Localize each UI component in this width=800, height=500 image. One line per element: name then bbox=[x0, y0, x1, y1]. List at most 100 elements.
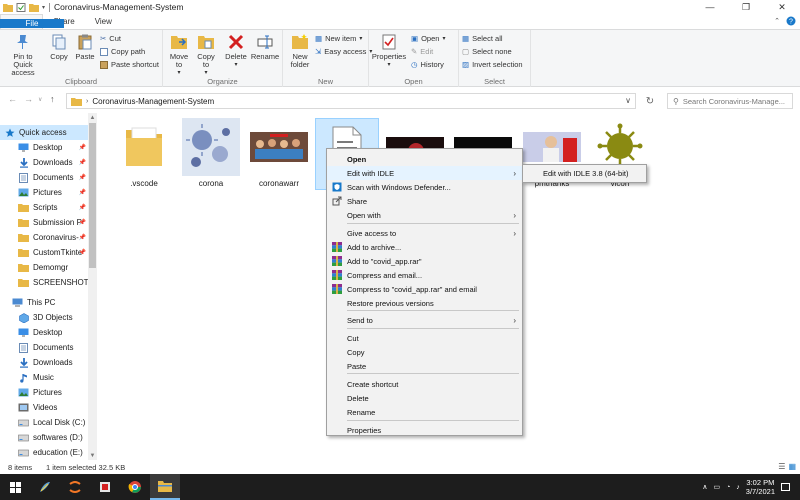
close-button[interactable]: ✕ bbox=[764, 0, 800, 14]
file-item-vscode[interactable]: .vscode bbox=[112, 118, 176, 188]
history-button[interactable]: ◷ History bbox=[411, 60, 444, 69]
sidebar-item-quick-access[interactable]: Quick access bbox=[0, 125, 88, 140]
sidebar-item-pictures[interactable]: Pictures 📌 bbox=[0, 185, 88, 200]
network-icon[interactable]: ◔ bbox=[726, 484, 730, 491]
volume-icon[interactable]: ♪ bbox=[736, 484, 740, 491]
menu-item-restore-previous-versions[interactable]: Restore previous versions bbox=[327, 296, 522, 310]
sidebar-item-downloads[interactable]: Downloads 📌 bbox=[0, 155, 88, 170]
file-item-corona[interactable]: corona bbox=[179, 118, 243, 188]
tab-file[interactable]: File bbox=[0, 19, 64, 28]
submenu-edit-with-idle-38[interactable]: Edit with IDLE 3.8 (64-bit) bbox=[522, 164, 647, 183]
copy-to-button[interactable]: Copy to ▾ bbox=[194, 33, 218, 77]
sidebar-item-scripts[interactable]: Scripts 📌 bbox=[0, 200, 88, 215]
sidebar-item-music[interactable]: Music bbox=[0, 370, 88, 385]
sidebar-item-desktop[interactable]: Desktop bbox=[0, 325, 88, 340]
up-arrow-icon[interactable]: ↑ bbox=[50, 94, 55, 104]
scroll-down-icon[interactable]: ▼ bbox=[88, 451, 97, 460]
quick-access-dropdown-icon[interactable]: ▾ bbox=[42, 4, 45, 11]
sidebar-item-screenshots[interactable]: SCREENSHOTS bbox=[0, 275, 88, 290]
sidebar-item-downloads[interactable]: Downloads bbox=[0, 355, 88, 370]
minimize-button[interactable]: — bbox=[692, 0, 728, 14]
copy-path-button[interactable]: Copy path bbox=[100, 47, 145, 56]
sidebar-item-this-pc[interactable]: This PC bbox=[0, 295, 88, 310]
menu-item-copy[interactable]: Copy bbox=[327, 345, 522, 359]
address-dropdown-icon[interactable]: ∨ bbox=[625, 96, 631, 105]
forward-arrow-icon[interactable]: → bbox=[24, 94, 33, 104]
properties-button[interactable]: Properties ▾ bbox=[372, 33, 406, 69]
back-arrow-icon[interactable]: ← bbox=[8, 94, 17, 104]
sidebar-item-documents[interactable]: Documents bbox=[0, 340, 88, 355]
sidebar-item-submission-p[interactable]: Submission P 📌 bbox=[0, 215, 88, 230]
menu-item-open-with[interactable]: Open with › bbox=[327, 208, 522, 222]
start-button[interactable] bbox=[0, 474, 30, 500]
new-item-button[interactable]: ▦ New item ▾ bbox=[315, 34, 362, 43]
menu-item-give-access-to[interactable]: Give access to › bbox=[327, 226, 522, 240]
folder-icon[interactable] bbox=[3, 3, 13, 12]
taskbar-python-idle[interactable] bbox=[30, 474, 60, 500]
taskbar-app-icon[interactable] bbox=[90, 474, 120, 500]
breadcrumb-chevron-icon[interactable]: › bbox=[86, 98, 88, 105]
sidebar-item-pictures[interactable]: Pictures bbox=[0, 385, 88, 400]
large-icons-view-icon[interactable]: ▦ bbox=[788, 462, 796, 471]
menu-item-share[interactable]: Share bbox=[327, 194, 522, 208]
properties-check-icon[interactable] bbox=[16, 2, 26, 12]
menu-item-rename[interactable]: Rename bbox=[327, 405, 522, 419]
menu-item-add-to-covid-app-rar[interactable]: Add to "covid_app.rar" bbox=[327, 254, 522, 268]
select-none-button[interactable]: ▢ Select none bbox=[462, 47, 512, 56]
sidebar-item-documents[interactable]: Documents 📌 bbox=[0, 170, 88, 185]
battery-icon[interactable]: ▭ bbox=[713, 483, 720, 491]
menu-item-scan-with-windows-defender[interactable]: Scan with Windows Defender... bbox=[327, 180, 522, 194]
select-all-button[interactable]: ▦ Select all bbox=[462, 34, 503, 43]
nav-scrollbar[interactable]: ▲ ▼ bbox=[88, 113, 97, 460]
details-view-icon[interactable]: ☰ bbox=[778, 462, 785, 471]
sidebar-item-demomgr[interactable]: Demomgr bbox=[0, 260, 88, 275]
menu-item-cut[interactable]: Cut bbox=[327, 331, 522, 345]
copy-button[interactable]: Copy bbox=[47, 33, 71, 61]
taskbar-jupyter[interactable] bbox=[60, 474, 90, 500]
menu-item-compress-and-email[interactable]: Compress and email... bbox=[327, 268, 522, 282]
menu-item-properties[interactable]: Properties bbox=[327, 423, 522, 437]
clock[interactable]: 3:02 PM 3/7/2021 bbox=[746, 478, 775, 496]
paste-button[interactable]: Paste bbox=[73, 33, 97, 61]
search-input[interactable]: ⚲ Search Coronavirus-Manage... bbox=[667, 93, 793, 109]
move-to-button[interactable]: Move to ▾ bbox=[167, 33, 191, 77]
open-button[interactable]: ▣ Open ▾ bbox=[411, 34, 445, 43]
address-bar[interactable]: › Coronavirus-Management-System ∨ bbox=[66, 93, 636, 109]
menu-item-open[interactable]: Open bbox=[327, 152, 522, 166]
sidebar-item-coronavirus[interactable]: Coronavirus- 📌 bbox=[0, 230, 88, 245]
refresh-icon[interactable]: ↻ bbox=[642, 93, 658, 109]
recent-dropdown-icon[interactable]: ∨ bbox=[38, 96, 42, 103]
menu-item-send-to[interactable]: Send to › bbox=[327, 313, 522, 327]
edit-button[interactable]: ✎ Edit bbox=[411, 47, 433, 56]
show-hidden-icons-icon[interactable]: ∧ bbox=[702, 483, 707, 491]
new-folder-button[interactable]: New folder bbox=[286, 33, 314, 69]
menu-item-create-shortcut[interactable]: Create shortcut bbox=[327, 377, 522, 391]
taskbar-chrome[interactable] bbox=[120, 474, 150, 500]
sidebar-item-local-disk-c[interactable]: Local Disk (C:) bbox=[0, 415, 88, 430]
help-icon[interactable]: ? bbox=[786, 16, 796, 26]
notifications-icon[interactable] bbox=[781, 483, 790, 491]
menu-item-paste[interactable]: Paste bbox=[327, 359, 522, 373]
easy-access-button[interactable]: ⇲ Easy access ▾ bbox=[315, 47, 372, 56]
nav-scroll-thumb[interactable] bbox=[89, 123, 96, 268]
paste-shortcut-button[interactable]: Paste shortcut bbox=[100, 60, 159, 69]
taskbar-file-explorer[interactable] bbox=[150, 474, 180, 500]
file-item-coronawarr[interactable]: coronawarr bbox=[247, 118, 311, 188]
invert-selection-button[interactable]: ▨ Invert selection bbox=[462, 60, 523, 69]
sidebar-item-customtkinte[interactable]: CustomTkinte 📌 bbox=[0, 245, 88, 260]
maximize-button[interactable]: ❐ bbox=[728, 0, 764, 14]
delete-button[interactable]: Delete ▾ bbox=[223, 33, 249, 69]
rename-button[interactable]: Rename bbox=[251, 33, 279, 61]
sidebar-item-desktop[interactable]: Desktop 📌 bbox=[0, 140, 88, 155]
ribbon-collapse-icon[interactable]: ⌃ bbox=[774, 17, 780, 25]
new-folder-icon[interactable] bbox=[29, 3, 39, 12]
menu-item-add-to-archive[interactable]: Add to archive... bbox=[327, 240, 522, 254]
menu-item-compress-to-covid-app-rar-and-email[interactable]: Compress to "covid_app.rar" and email bbox=[327, 282, 522, 296]
tab-view[interactable]: View bbox=[85, 14, 122, 29]
sidebar-item-videos[interactable]: Videos bbox=[0, 400, 88, 415]
scroll-up-icon[interactable]: ▲ bbox=[88, 113, 97, 122]
menu-item-edit-with-idle[interactable]: Edit with IDLE › bbox=[327, 166, 522, 180]
menu-item-delete[interactable]: Delete bbox=[327, 391, 522, 405]
cut-button[interactable]: ✂ Cut bbox=[100, 34, 121, 43]
sidebar-item-softwares-d[interactable]: softwares (D:) bbox=[0, 430, 88, 445]
